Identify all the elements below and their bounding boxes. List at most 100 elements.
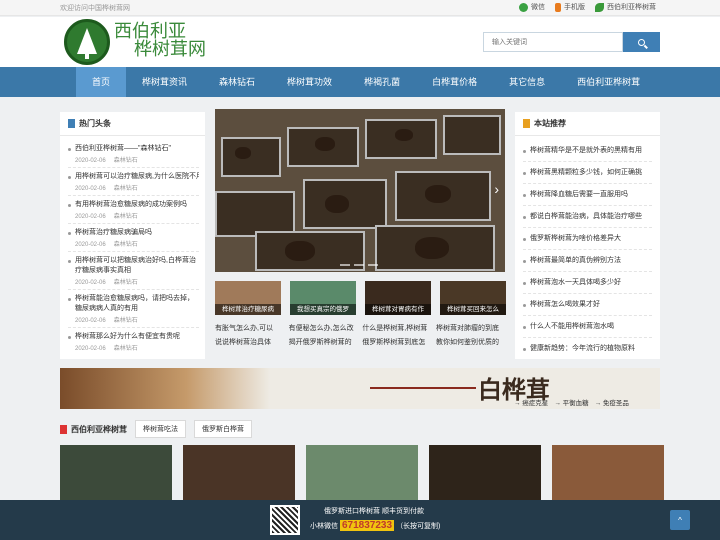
hot-item-title[interactable]: 用桦树茸可以治疗糖尿病,为什么医院不用 xyxy=(68,172,199,182)
slider-dot[interactable] xyxy=(354,264,364,266)
slider-dot[interactable] xyxy=(368,264,378,266)
hot-item-tag[interactable]: 森林钻石 xyxy=(114,186,138,192)
news-link[interactable]: 教你如何鉴别优质的 xyxy=(436,336,505,350)
news-link[interactable]: 什么是桦树茸,桦树茸 xyxy=(362,322,431,336)
list-item[interactable]: 桦树茸能治愈糖尿病吗，请把吗去掉，糖尿病病人真的有用 2020-02-06 森林钻石 xyxy=(68,290,199,328)
leaf-icon xyxy=(595,2,604,12)
hot-item-tag[interactable]: 森林钻石 xyxy=(114,214,138,220)
hot-item-title[interactable]: 西伯利亚桦树茸——"森林钻石" xyxy=(68,144,199,154)
hot-item-title[interactable]: 用桦树茸可以把糖尿病治好吗,白桦茸治疗糖尿病事实真相 xyxy=(68,256,199,276)
nav-item-price[interactable]: 白桦茸价格 xyxy=(416,67,493,97)
top-bar: 欢迎访问中国桦树茸网 微信 手机版 西伯利亚桦树茸 xyxy=(0,0,720,16)
nav-item-inonotus[interactable]: 桦褐孔菌 xyxy=(348,67,416,97)
hot-item-tag[interactable]: 森林钻石 xyxy=(114,318,138,324)
header: 西伯利亚 桦树茸网 xyxy=(0,17,720,67)
hot-item-tag[interactable]: 森林钻石 xyxy=(114,158,138,164)
back-to-top-button[interactable]: ^ xyxy=(670,510,690,530)
list-item[interactable]: 桦树茸怎么喝效果才好 xyxy=(523,294,652,316)
document-icon xyxy=(523,119,530,128)
list-item[interactable]: 桦树茸黑精颗粒多少钱，如何正确挑 xyxy=(523,162,652,184)
banner-tag: → 癌症克星 xyxy=(514,400,549,407)
gallery-image[interactable] xyxy=(429,445,541,501)
hot-panel: 热门头条 西伯利亚桦树茸——"森林钻石" 2020-02-06 森林钻石 用桦树茸可… xyxy=(60,112,205,359)
section-title-text: 西伯利亚桦树茸 xyxy=(71,424,127,434)
thumb-caption: 桦树茸买回来怎么 xyxy=(440,304,506,315)
gallery-image[interactable] xyxy=(552,445,664,501)
list-item[interactable]: 桦树茸泡水一天具体喝多少好 xyxy=(523,272,652,294)
hot-item-title[interactable]: 桦树茸治疗糖尿病骗局吗 xyxy=(68,228,199,238)
hot-item-date: 2020-02-06 xyxy=(75,186,106,192)
news-link[interactable]: 俄罗斯桦树茸到底怎 xyxy=(362,336,431,350)
list-item[interactable]: 有用桦树茸治愈糖尿病的成功案例吗 2020-02-06 森林钻石 xyxy=(68,196,199,224)
list-item[interactable]: 桦树茸最简单的真伪辨别方法 xyxy=(523,250,652,272)
list-item[interactable]: 用桦树茸可以治疗糖尿病,为什么医院不用 2020-02-06 森林钻石 xyxy=(68,168,199,196)
hot-item-tag[interactable]: 森林钻石 xyxy=(114,280,138,286)
gallery-image[interactable] xyxy=(183,445,295,501)
nav-item-forest-diamond[interactable]: 森林钻石 xyxy=(203,67,271,97)
thumb-card[interactable]: 桦树茸买回来怎么 xyxy=(440,281,506,315)
site-link[interactable]: 西伯利亚桦树茸 xyxy=(595,2,656,12)
hot-item-date: 2020-02-06 xyxy=(75,158,106,164)
thumb-card[interactable]: 桦树茸对胃病有作 xyxy=(365,281,431,315)
nav-item-other[interactable]: 其它信息 xyxy=(493,67,561,97)
hot-item-date: 2020-02-06 xyxy=(75,346,106,352)
list-item[interactable]: 西伯利亚桦树茸——"森林钻石" 2020-02-06 森林钻石 xyxy=(68,140,199,168)
list-item[interactable]: 都说白桦茸能治病，具体能治疗哪些 xyxy=(523,206,652,228)
hot-item-tag[interactable]: 森林钻石 xyxy=(114,242,138,248)
news-link[interactable]: 有便秘怎么办,怎么改 xyxy=(289,322,358,336)
mobile-link[interactable]: 手机版 xyxy=(555,2,585,12)
next-arrow-icon[interactable]: › xyxy=(494,181,499,197)
gallery-image[interactable] xyxy=(60,445,172,501)
list-item[interactable]: 桦树茸那么好为什么有便宜有贵呢 2020-02-06 森林钻石 xyxy=(68,328,199,355)
nav-item-home[interactable]: 首页 xyxy=(76,67,127,97)
banner-photo xyxy=(60,368,270,409)
news-link[interactable]: 桦树茸对肺瘤的到底 xyxy=(436,322,505,336)
nav-item-siberian[interactable]: 西伯利亚桦树茸 xyxy=(561,67,656,97)
search-input[interactable] xyxy=(483,32,623,52)
tab-eating[interactable]: 桦树茸吃法 xyxy=(135,420,186,438)
hot-item-tag[interactable]: 森林钻石 xyxy=(114,346,138,352)
wechat-id[interactable]: 671837233 xyxy=(340,520,395,531)
list-item[interactable]: 俄罗斯桦树茸为啥价格差异大 xyxy=(523,228,652,250)
thumb-row: 桦树茸治疗糖尿病 我想买真宗的俄罗 桦树茸对胃病有作 桦树茸买回来怎么 xyxy=(215,281,506,315)
news-link[interactable]: 揭开俄罗斯桦树茸的 xyxy=(289,336,358,350)
wechat-contact: 小林微信 671837233 （长按可复制) xyxy=(310,520,440,531)
banner-line xyxy=(370,387,476,389)
list-item[interactable]: 桦树茸精华是不是就外表的黑精有用 xyxy=(523,140,652,162)
nav-item-effects[interactable]: 桦树茸功效 xyxy=(271,67,348,97)
promo-banner[interactable]: 白桦茸 → 癌症克星 → 平衡血糖 → 免疫圣品 xyxy=(60,368,660,409)
document-icon xyxy=(60,424,67,434)
banner-tag: → 免疫圣品 xyxy=(594,400,629,407)
contact-bar: 俄罗斯进口桦树茸 顺丰货到付款 小林微信 671837233 （长按可复制) ^ xyxy=(0,500,720,540)
list-item[interactable]: 桦树茸降血糖后需要一直服用吗 xyxy=(523,184,652,206)
list-item[interactable]: 桦树茸治疗糖尿病骗局吗 2020-02-06 森林钻石 xyxy=(68,224,199,252)
section-header: 西伯利亚桦树茸 桦树茸吃法 俄罗斯白桦茸 xyxy=(60,419,660,439)
wechat-label: 微信 xyxy=(531,4,545,11)
hot-item-date: 2020-02-06 xyxy=(75,318,106,324)
slider-dot[interactable] xyxy=(340,264,350,266)
list-item[interactable]: 用桦树茸可以把糖尿病治好吗,白桦茸治疗糖尿病事实真相 2020-02-06 森林钻石 xyxy=(68,252,199,290)
list-item[interactable]: 什么人不能用桦树茸泡水喝 xyxy=(523,316,652,338)
site-label: 西伯利亚桦树茸 xyxy=(607,4,656,11)
welcome-text: 欢迎访问中国桦树茸网 xyxy=(60,5,130,12)
hot-item-title[interactable]: 桦树茸能治愈糖尿病吗，请把吗去掉，糖尿病病人真的有用 xyxy=(68,294,199,314)
logo-icon[interactable] xyxy=(64,19,110,65)
search-button[interactable] xyxy=(623,32,660,52)
tab-russian[interactable]: 俄罗斯白桦茸 xyxy=(194,420,252,438)
thumb-card[interactable]: 我想买真宗的俄罗 xyxy=(290,281,356,315)
news-link[interactable]: 说说桦树茸治具体 xyxy=(215,336,284,350)
hot-header: 热门头条 xyxy=(60,112,205,136)
hot-item-title[interactable]: 有用桦树茸治愈糖尿病的成功案例吗 xyxy=(68,200,199,210)
nav-item-news[interactable]: 桦树茸资讯 xyxy=(126,67,203,97)
wechat-link[interactable]: 微信 xyxy=(519,2,545,12)
image-slider[interactable]: › xyxy=(215,109,505,272)
top-links: 微信 手机版 西伯利亚桦树茸 xyxy=(519,2,656,12)
section-title: 西伯利亚桦树茸 xyxy=(60,424,127,435)
list-item[interactable]: 健康新趋势：今年流行的植物原料 xyxy=(523,338,652,360)
wechat-suffix: （长按可复制) xyxy=(396,522,441,530)
hot-item-title[interactable]: 桦树茸那么好为什么有便宜有贵呢 xyxy=(68,332,199,342)
news-link[interactable]: 有胀气怎么办,可以 xyxy=(215,322,284,336)
logo-text[interactable]: 西伯利亚 桦树茸网 xyxy=(114,23,206,59)
gallery-image[interactable] xyxy=(306,445,418,501)
thumb-card[interactable]: 桦树茸治疗糖尿病 xyxy=(215,281,281,315)
